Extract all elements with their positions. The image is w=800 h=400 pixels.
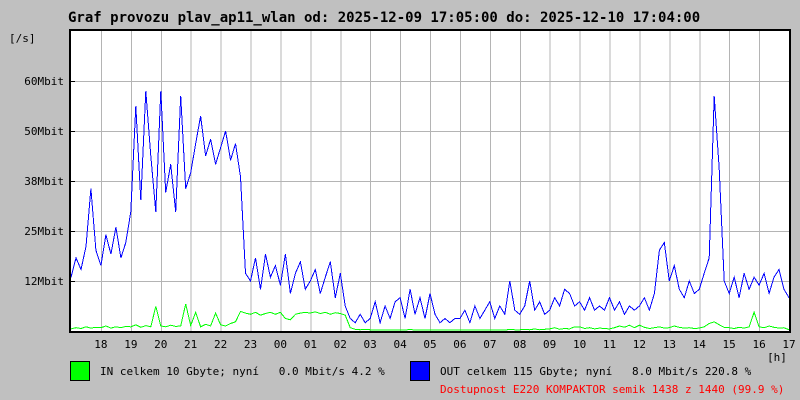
mrtg-traffic-page: { "title": "Graf provozu plav_ap11_wlan …	[0, 0, 800, 400]
x-axis-tick-label: 23	[243, 338, 258, 351]
x-axis-tick-label: 02	[333, 338, 347, 351]
x-axis-tick-label: 13	[662, 338, 676, 351]
x-axis-tick-label: 16	[752, 338, 766, 351]
y-axis-tick-label: 25Mbit	[24, 225, 64, 238]
availability-text: Dostupnost E220 KOMPAKTOR semik 1438 z 1…	[440, 383, 785, 396]
x-axis-unit-label: [h]	[767, 351, 787, 364]
x-axis-tick-label: 03	[363, 338, 377, 351]
x-axis-tick-label: 17	[782, 338, 796, 351]
y-axis-tick-label: 50Mbit	[24, 125, 64, 138]
x-axis-tick-label: 04	[393, 338, 407, 351]
y-axis-tick-label: 12Mbit	[24, 275, 64, 288]
x-axis-tick-label: 22	[213, 338, 228, 351]
x-axis-tick-label: 20	[154, 338, 168, 351]
out-legend-label: OUT celkem 115 Gbyte; nyní 8.0 Mbit/s 22…	[440, 365, 752, 378]
x-axis-tick-label: 01	[303, 338, 317, 351]
x-axis-tick-label: 00	[273, 338, 288, 351]
x-axis-tick-label: 11	[602, 338, 617, 351]
y-axis-tick-label: 60Mbit	[24, 75, 64, 88]
in-legend-label: IN celkem 10 Gbyte; nyní 0.0 Mbit/s 4.2 …	[100, 365, 385, 378]
x-axis-tick-label: 10	[572, 338, 587, 351]
x-axis-tick-label: 08	[513, 338, 527, 351]
chart-title: Graf provozu plav_ap11_wlan od: 2025-12-…	[68, 10, 701, 26]
x-axis-tick-label: 07	[483, 338, 497, 351]
x-axis-tick-label: 14	[692, 338, 706, 351]
traffic-chart-plot-area	[69, 29, 791, 333]
x-axis-tick-label: 19	[124, 338, 138, 351]
x-axis-tick-label: 05	[423, 338, 437, 351]
x-axis-tick-label: 06	[453, 338, 467, 351]
x-axis-tick-label: 21	[184, 338, 198, 351]
x-axis-tick-label: 15	[722, 338, 736, 351]
y-axis-unit-label: [/s]	[9, 32, 36, 45]
x-axis-tick-label: 12	[632, 338, 647, 351]
traffic-chart-svg	[71, 31, 789, 331]
x-axis-tick-label: 18	[94, 338, 108, 351]
out-legend-swatch	[410, 361, 430, 381]
x-axis-tick-label: 09	[543, 338, 557, 351]
y-axis-tick-label: 38Mbit	[24, 175, 64, 188]
in-legend-swatch	[70, 361, 90, 381]
